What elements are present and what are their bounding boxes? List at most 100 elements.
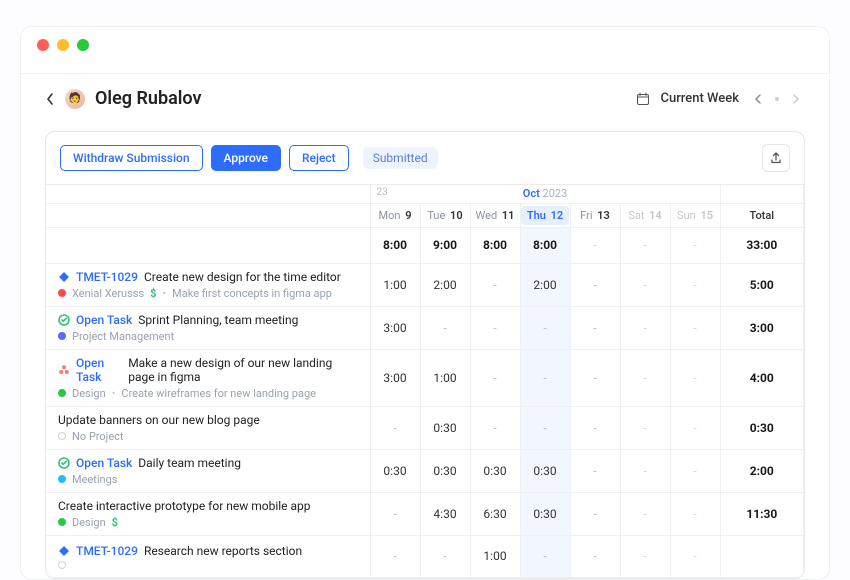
prev-period-button[interactable] [749,90,767,108]
time-cell[interactable]: 6:30 [470,492,520,535]
time-cell[interactable]: - [470,349,520,406]
diamond-icon [58,545,70,557]
asana-icon [58,364,70,376]
total-header: Total [720,203,803,227]
time-cell[interactable]: - [570,406,620,449]
task-cell[interactable]: Open TaskMake a new design of our new la… [46,349,370,406]
time-cell[interactable]: 2:00 [520,263,570,306]
time-cell[interactable]: - [670,306,720,349]
time-cell[interactable]: - [670,406,720,449]
time-cell[interactable]: - [570,492,620,535]
time-cell[interactable]: - [520,406,570,449]
time-cell[interactable]: 1:00 [370,263,420,306]
time-cell[interactable]: - [620,492,670,535]
withdraw-button[interactable]: Withdraw Submission [60,145,203,171]
table-row[interactable]: TMET-1029Create new design for the time … [46,263,804,306]
table-row[interactable]: TMET-1029Research new reports section--1… [46,535,804,577]
maximize-window-icon[interactable] [77,39,89,51]
task-cell[interactable]: Update banners on our new blog pageNo Pr… [46,406,370,449]
row-total: 2:00 [720,449,803,492]
project-color-dot [58,289,66,297]
timesheet-toolbar: Withdraw Submission Approve Reject Submi… [46,132,804,185]
day-totals-row: 8:009:008:008:00---33:00 [46,227,804,263]
back-button[interactable] [45,92,55,106]
time-cell[interactable]: 3:00 [370,349,420,406]
task-ticket[interactable]: TMET-1029 [76,544,138,558]
time-cell[interactable]: 0:30 [520,449,570,492]
time-cell[interactable]: 0:30 [520,492,570,535]
time-cell[interactable]: - [570,535,620,577]
next-period-button[interactable] [787,90,805,108]
task-ticket[interactable]: Open Task [76,313,132,327]
time-cell[interactable]: - [620,449,670,492]
day-total: - [670,227,720,263]
time-cell[interactable]: 1:00 [420,349,470,406]
day-total: 8:00 [470,227,520,263]
time-cell[interactable]: - [620,263,670,306]
task-note: Make first concepts in figma app [172,287,332,300]
time-cell[interactable]: - [620,535,670,577]
time-cell[interactable]: - [520,306,570,349]
time-cell[interactable]: - [620,349,670,406]
day-header: Sat 14 [620,203,670,227]
user-avatar[interactable]: 🧑 [65,89,85,109]
export-button[interactable] [762,144,790,172]
time-cell[interactable]: - [420,306,470,349]
time-cell[interactable]: 2:00 [420,263,470,306]
table-row[interactable]: Open TaskSprint Planning, team meetingPr… [46,306,804,349]
time-cell[interactable]: - [670,449,720,492]
time-cell[interactable]: - [570,349,620,406]
circle-check-icon [58,314,70,326]
time-cell[interactable]: 0:30 [470,449,520,492]
time-cell[interactable]: 0:30 [420,449,470,492]
day-header: Fri 13 [570,203,620,227]
time-cell[interactable]: - [370,406,420,449]
grand-total: 33:00 [720,227,803,263]
close-window-icon[interactable] [37,39,49,51]
task-ticket[interactable]: TMET-1029 [76,270,138,284]
time-cell[interactable]: - [470,306,520,349]
time-cell[interactable]: - [670,263,720,306]
reject-button[interactable]: Reject [289,145,349,171]
time-cell[interactable]: - [370,535,420,577]
task-note: Create wireframes for new landing page [121,387,316,400]
time-cell[interactable]: 4:30 [420,492,470,535]
time-cell[interactable]: - [570,263,620,306]
page-header: 🧑 Oleg Rubalov Current Week [21,74,829,125]
minimize-window-icon[interactable] [57,39,69,51]
time-cell[interactable]: - [470,263,520,306]
task-cell[interactable]: Create interactive prototype for new mob… [46,492,370,535]
time-cell[interactable]: - [420,535,470,577]
task-cell[interactable]: TMET-1029Create new design for the time … [46,263,370,306]
task-cell[interactable]: TMET-1029Research new reports section [46,535,370,577]
task-ticket[interactable]: Open Task [76,456,132,470]
time-cell[interactable]: - [620,406,670,449]
time-cell[interactable]: 0:30 [420,406,470,449]
time-cell[interactable]: 0:30 [370,449,420,492]
period-label[interactable]: Current Week [660,91,739,106]
time-cell[interactable]: 3:00 [370,306,420,349]
time-cell[interactable]: - [520,535,570,577]
task-cell[interactable]: Open TaskSprint Planning, team meetingPr… [46,306,370,349]
table-row[interactable]: Open TaskDaily team meetingMeetings0:300… [46,449,804,492]
period-today-indicator[interactable] [775,97,779,101]
time-cell[interactable]: - [620,306,670,349]
task-cell[interactable]: Open TaskDaily team meetingMeetings [46,449,370,492]
table-row[interactable]: Update banners on our new blog pageNo Pr… [46,406,804,449]
time-cell[interactable]: - [670,492,720,535]
table-row[interactable]: Open TaskMake a new design of our new la… [46,349,804,406]
table-row[interactable]: Create interactive prototype for new mob… [46,492,804,535]
time-cell[interactable]: 1:00 [470,535,520,577]
time-cell[interactable]: - [370,492,420,535]
task-ticket[interactable]: Open Task [76,356,122,384]
timesheet-rows: TMET-1029Create new design for the time … [46,263,804,577]
time-cell[interactable]: - [570,449,620,492]
approve-button[interactable]: Approve [211,145,281,171]
time-cell[interactable]: - [670,349,720,406]
time-cell[interactable]: - [520,349,570,406]
time-cell[interactable]: - [570,306,620,349]
project-name: Meetings [72,473,117,486]
billable-icon: $ [112,516,118,529]
time-cell[interactable]: - [470,406,520,449]
time-cell[interactable]: - [670,535,720,577]
